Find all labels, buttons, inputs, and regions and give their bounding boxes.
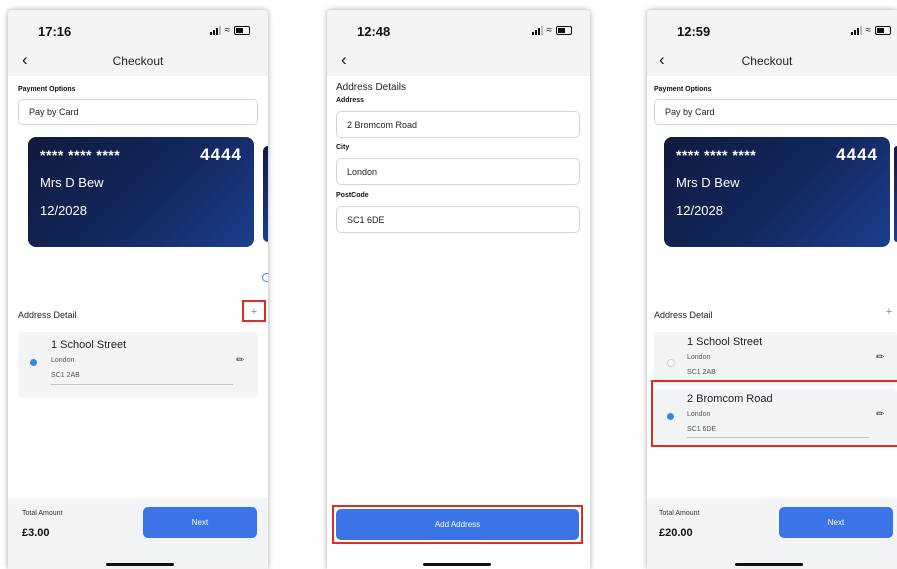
- address-divider: [51, 384, 233, 385]
- address-details-heading: Address Details: [336, 82, 407, 93]
- signal-icon: [850, 26, 862, 35]
- city-input[interactable]: London: [336, 158, 580, 185]
- address-postcode: SC1 2AB: [51, 372, 80, 379]
- card-last-four: 4444: [200, 145, 242, 164]
- status-time: 12:59: [677, 24, 711, 39]
- status-bar: 17:16 ≈: [8, 10, 268, 46]
- wifi-icon: ≈: [546, 25, 553, 36]
- total-amount-value: £3.00: [22, 527, 50, 539]
- nav-bar: ‹ Checkout: [8, 46, 268, 76]
- address-item[interactable]: 1 School Street London SC1 2AB ✏: [654, 332, 897, 386]
- card-holder-name: Mrs D Bew: [676, 175, 740, 190]
- address-city: London: [51, 357, 75, 364]
- postcode-label: PostCode: [336, 192, 369, 199]
- status-time: 17:16: [38, 24, 72, 39]
- battery-icon: [556, 26, 572, 35]
- total-amount-value: £20.00: [659, 527, 693, 539]
- status-bar: 12:59 ≈: [647, 10, 897, 46]
- postcode-input[interactable]: SC1 6DE: [336, 206, 580, 233]
- status-icons: ≈: [209, 25, 250, 36]
- address-details-screen: 12:48 ≈ ‹ Address Details Address 2 Brom…: [327, 10, 590, 569]
- payment-method-select[interactable]: Pay by Card: [18, 99, 258, 125]
- card-last-four: 4444: [836, 145, 878, 164]
- highlight-new-address: [651, 380, 897, 447]
- page-title: Checkout: [741, 54, 793, 68]
- checkout-footer: Total Amount £3.00 Next: [8, 498, 268, 569]
- payment-method-select[interactable]: Pay by Card: [654, 99, 897, 125]
- wifi-icon: ≈: [224, 25, 231, 36]
- highlight-add-button: [242, 300, 266, 322]
- nav-bar: ‹: [327, 46, 590, 76]
- address-detail-label: Address Detail: [18, 310, 77, 320]
- status-bar: 12:48 ≈: [327, 10, 590, 46]
- card-holder-name: Mrs D Bew: [40, 175, 104, 190]
- checkout-screen-1: 17:16 ≈ ‹ Checkout Payment Options Pay b…: [8, 10, 268, 569]
- address-detail-label: Address Detail: [654, 310, 713, 320]
- home-indicator: [735, 563, 803, 566]
- home-indicator: [423, 563, 491, 566]
- address-postcode: SC1 2AB: [687, 369, 716, 376]
- loading-indicator-icon: [262, 273, 268, 282]
- card-masked-number: **** **** ****: [676, 147, 757, 163]
- address-input[interactable]: 2 Bromcom Road: [336, 111, 580, 138]
- payment-options-label: Payment Options: [654, 86, 712, 93]
- add-address-plus-icon[interactable]: +: [883, 306, 895, 318]
- address-radio-selected[interactable]: [30, 359, 37, 366]
- battery-icon: [234, 26, 250, 35]
- total-amount-label: Total Amount: [22, 510, 63, 517]
- checkout-body: Payment Options Pay by Card **** **** **…: [647, 76, 897, 569]
- card-masked-number: **** **** ****: [40, 147, 121, 163]
- next-card-peek[interactable]: [263, 146, 268, 242]
- status-icons: ≈: [850, 25, 891, 36]
- status-time: 12:48: [357, 24, 391, 39]
- edit-pencil-icon[interactable]: ✏: [236, 355, 244, 366]
- address-label: Address: [336, 97, 365, 104]
- nav-bar: ‹ Checkout: [647, 46, 897, 76]
- battery-icon: [875, 26, 891, 35]
- address-city: London: [687, 354, 711, 361]
- home-indicator: [106, 563, 174, 566]
- payment-card[interactable]: **** **** **** 4444 Mrs D Bew 12/2028: [28, 137, 254, 247]
- next-button[interactable]: Next: [143, 507, 257, 538]
- address-line1: 1 School Street: [687, 336, 763, 348]
- card-expiry: 12/2028: [40, 203, 87, 218]
- signal-icon: [209, 26, 221, 35]
- city-label: City: [336, 144, 350, 151]
- checkout-footer: Total Amount £20.00 Next: [647, 498, 897, 569]
- status-icons: ≈: [531, 25, 572, 36]
- payment-options-label: Payment Options: [18, 86, 76, 93]
- signal-icon: [531, 26, 543, 35]
- edit-pencil-icon[interactable]: ✏: [876, 352, 884, 363]
- address-item[interactable]: 1 School Street London SC1 2AB ✏: [18, 332, 258, 398]
- address-line1: 1 School Street: [51, 339, 127, 351]
- card-expiry: 12/2028: [676, 203, 723, 218]
- payment-card[interactable]: **** **** **** 4444 Mrs D Bew 12/2028: [664, 137, 890, 247]
- back-chevron-icon[interactable]: ‹: [341, 50, 347, 70]
- checkout-body: Payment Options Pay by Card **** **** **…: [8, 76, 268, 569]
- checkout-screen-2: 12:59 ≈ ‹ Checkout Payment Options Pay b…: [647, 10, 897, 569]
- address-radio-unselected[interactable]: [667, 359, 675, 367]
- next-button[interactable]: Next: [779, 507, 893, 538]
- page-title: Checkout: [112, 54, 164, 68]
- total-amount-label: Total Amount: [659, 510, 700, 517]
- highlight-add-address: [332, 505, 583, 544]
- address-form-body: Address Details Address 2 Bromcom Road C…: [327, 76, 590, 569]
- wifi-icon: ≈: [865, 25, 872, 36]
